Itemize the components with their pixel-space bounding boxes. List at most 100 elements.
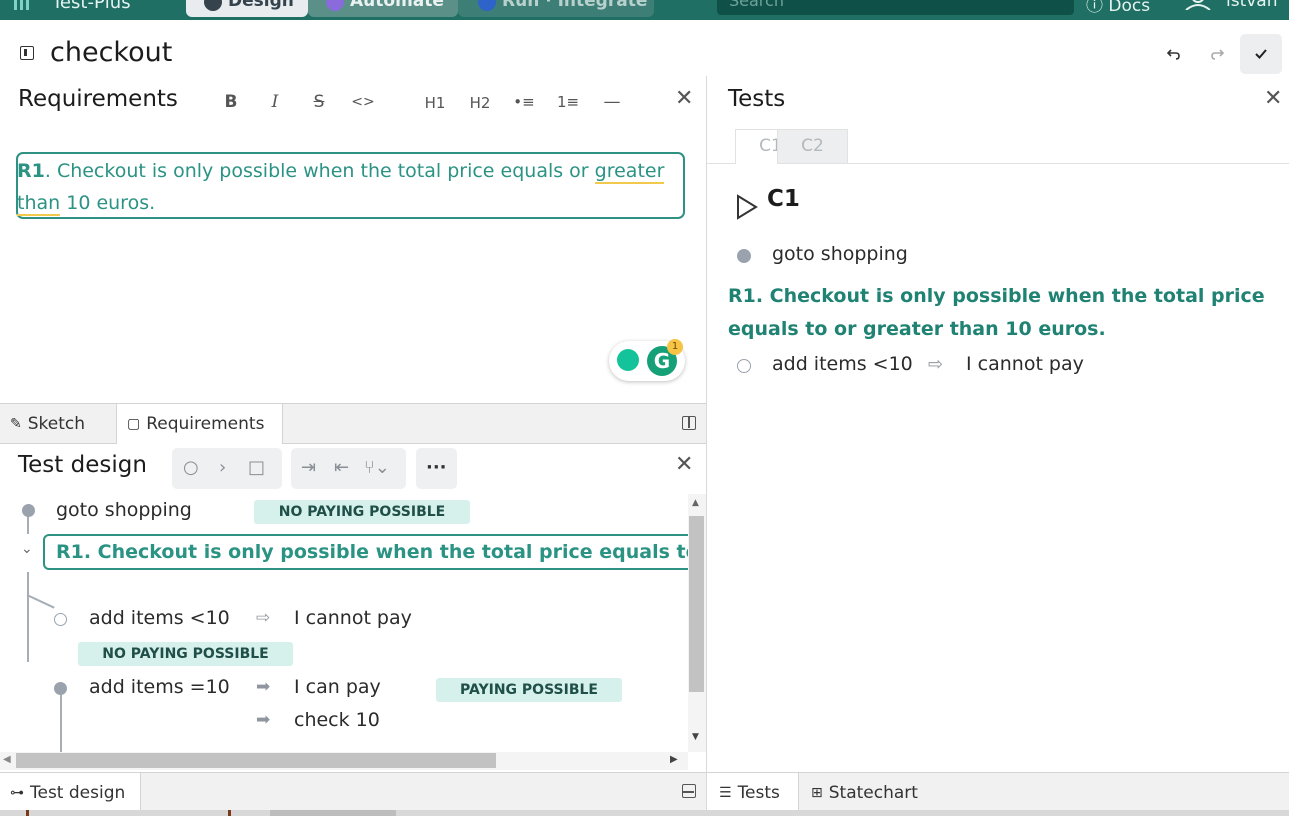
- circle-node-icon[interactable]: ○: [183, 457, 199, 478]
- grammar-underline[interactable]: than: [17, 192, 61, 216]
- undo-button[interactable]: [1158, 38, 1190, 70]
- chevron-down-icon[interactable]: ⌄: [21, 541, 33, 557]
- horizontal-scrollbar[interactable]: ◀ ▶: [0, 752, 688, 770]
- close-test-design-icon[interactable]: ✕: [675, 454, 693, 476]
- requirement-node[interactable]: R1. Checkout is only possible when the t…: [43, 534, 688, 570]
- node-add-items-eq10[interactable]: add items =10: [89, 676, 230, 698]
- checklist-icon: ☰: [719, 784, 732, 801]
- taskbar-segment: [26, 810, 29, 816]
- tab-tests-label: Tests: [737, 782, 780, 803]
- tab-design[interactable]: Design: [186, 0, 308, 17]
- hierarchy-icon: ⊞: [811, 784, 823, 801]
- tab-design-label: Design: [228, 0, 294, 11]
- tab-c2[interactable]: C2: [777, 129, 848, 164]
- tree-connector: [27, 572, 29, 662]
- tab-run-integrate[interactable]: Run · Integrate: [458, 0, 654, 17]
- undo-icon: [1167, 49, 1180, 60]
- save-button[interactable]: [1240, 34, 1282, 74]
- heading2-button[interactable]: H2: [466, 94, 494, 112]
- tab-requirements-label: Requirements: [146, 414, 265, 434]
- panel-divider[interactable]: [706, 76, 707, 816]
- tab-statechart[interactable]: ⊞ Statechart: [799, 773, 939, 812]
- page-title: checkout: [50, 37, 173, 68]
- tree-connector: [26, 594, 55, 609]
- play-icon[interactable]: [736, 194, 758, 220]
- numbered-list-button[interactable]: 1≡: [554, 93, 582, 111]
- requirement-text-part: 10 euros.: [60, 192, 156, 214]
- strikethrough-button[interactable]: S: [305, 92, 333, 112]
- code-button[interactable]: <>: [349, 94, 377, 110]
- docs-link[interactable]: ⓘ Docs: [1086, 0, 1150, 16]
- user-name[interactable]: istvan: [1226, 0, 1278, 11]
- node-check-10[interactable]: check 10: [294, 709, 380, 731]
- grammarly-count-badge: 1: [667, 339, 683, 355]
- flow-icon: ⊶: [10, 784, 24, 801]
- run-icon: [478, 0, 496, 11]
- indent-icon[interactable]: ⇥: [301, 457, 316, 478]
- tab-requirements[interactable]: ▢ Requirements: [116, 404, 283, 444]
- tab-automate[interactable]: Automate: [308, 0, 458, 17]
- outline-arrow-icon: ⇨: [928, 354, 944, 375]
- scroll-up-icon[interactable]: ▲: [692, 498, 699, 508]
- sidebar-toggle-icon[interactable]: [20, 46, 34, 60]
- node-result-can-pay[interactable]: I can pay: [294, 676, 381, 698]
- taskbar-segment: [228, 810, 231, 816]
- tab-sketch[interactable]: ✎ Sketch: [0, 404, 116, 444]
- solid-arrow-icon: ➡: [256, 677, 271, 697]
- bullet-list-button[interactable]: •≡: [510, 93, 538, 111]
- search-input[interactable]: Search: [717, 0, 1074, 15]
- heading1-button[interactable]: H1: [421, 94, 449, 112]
- tests-title: Tests: [728, 86, 786, 112]
- horizontal-rule-button[interactable]: —: [598, 92, 626, 112]
- scroll-down-icon[interactable]: ▼: [692, 732, 699, 742]
- branch-icon[interactable]: ⑂⌄: [364, 457, 390, 478]
- scroll-right-icon[interactable]: ▶: [670, 754, 678, 765]
- node-add-items-lt10[interactable]: add items <10: [89, 607, 230, 629]
- scroll-thumb[interactable]: [16, 753, 496, 768]
- scroll-thumb[interactable]: [689, 516, 704, 692]
- status-badge: PAYING POSSIBLE: [436, 678, 622, 702]
- vertical-scrollbar[interactable]: ▲ ▼: [688, 494, 706, 752]
- close-tests-icon[interactable]: ✕: [1264, 88, 1282, 110]
- state-node-hollow[interactable]: [54, 613, 67, 626]
- split-panel-icon[interactable]: [682, 416, 696, 430]
- node-goto-shopping[interactable]: goto shopping: [56, 499, 192, 521]
- state-node-dot[interactable]: [54, 682, 67, 695]
- grammar-underline[interactable]: greater: [594, 160, 665, 184]
- requirements-title: Requirements: [18, 86, 178, 112]
- chevron-right-icon[interactable]: ›: [219, 457, 226, 478]
- test-step-add-items: add items <10: [772, 353, 913, 375]
- bold-button[interactable]: B: [217, 92, 245, 112]
- square-node-icon[interactable]: □: [248, 457, 265, 478]
- scroll-left-icon[interactable]: ◀: [3, 754, 11, 765]
- status-badge: NO PAYING POSSIBLE: [254, 500, 470, 524]
- pencil-icon: ✎: [10, 416, 22, 432]
- collapse-panel-icon[interactable]: [682, 784, 696, 798]
- italic-button[interactable]: I: [261, 92, 289, 112]
- outdent-icon[interactable]: ⇤: [334, 457, 349, 478]
- state-node-dot[interactable]: [22, 504, 35, 517]
- bottom-left-tabs: ⊶ Test design: [0, 772, 706, 812]
- search-placeholder: Search: [729, 0, 784, 10]
- grammarly-widget[interactable]: G 1: [609, 339, 685, 381]
- redo-button[interactable]: [1201, 38, 1233, 70]
- design-icon: [204, 0, 222, 11]
- requirement-node-text: R1. Checkout is only possible when the t…: [56, 541, 688, 563]
- more-tools: ···: [416, 448, 457, 489]
- close-requirements-icon[interactable]: ✕: [675, 88, 693, 110]
- tab-automate-label: Automate: [350, 0, 444, 11]
- tree-connector: [60, 694, 62, 752]
- test-step-result: I cannot pay: [966, 353, 1084, 375]
- requirement-text[interactable]: R1. Checkout is only possible when the t…: [17, 155, 683, 219]
- tab-statechart-label: Statechart: [828, 782, 918, 803]
- check-icon: [1255, 49, 1267, 59]
- tab-test-design[interactable]: ⊶ Test design: [0, 773, 141, 812]
- tab-tests[interactable]: ☰ Tests: [707, 773, 799, 812]
- test-case-tabs: C1 C2: [707, 127, 1289, 164]
- app-logo-icon: [14, 0, 29, 10]
- more-options-icon[interactable]: ···: [426, 457, 447, 478]
- docs-label: Docs: [1108, 0, 1151, 16]
- node-result-cannot-pay[interactable]: I cannot pay: [294, 607, 412, 629]
- user-avatar-icon[interactable]: [1184, 0, 1212, 10]
- automate-icon: [326, 0, 344, 11]
